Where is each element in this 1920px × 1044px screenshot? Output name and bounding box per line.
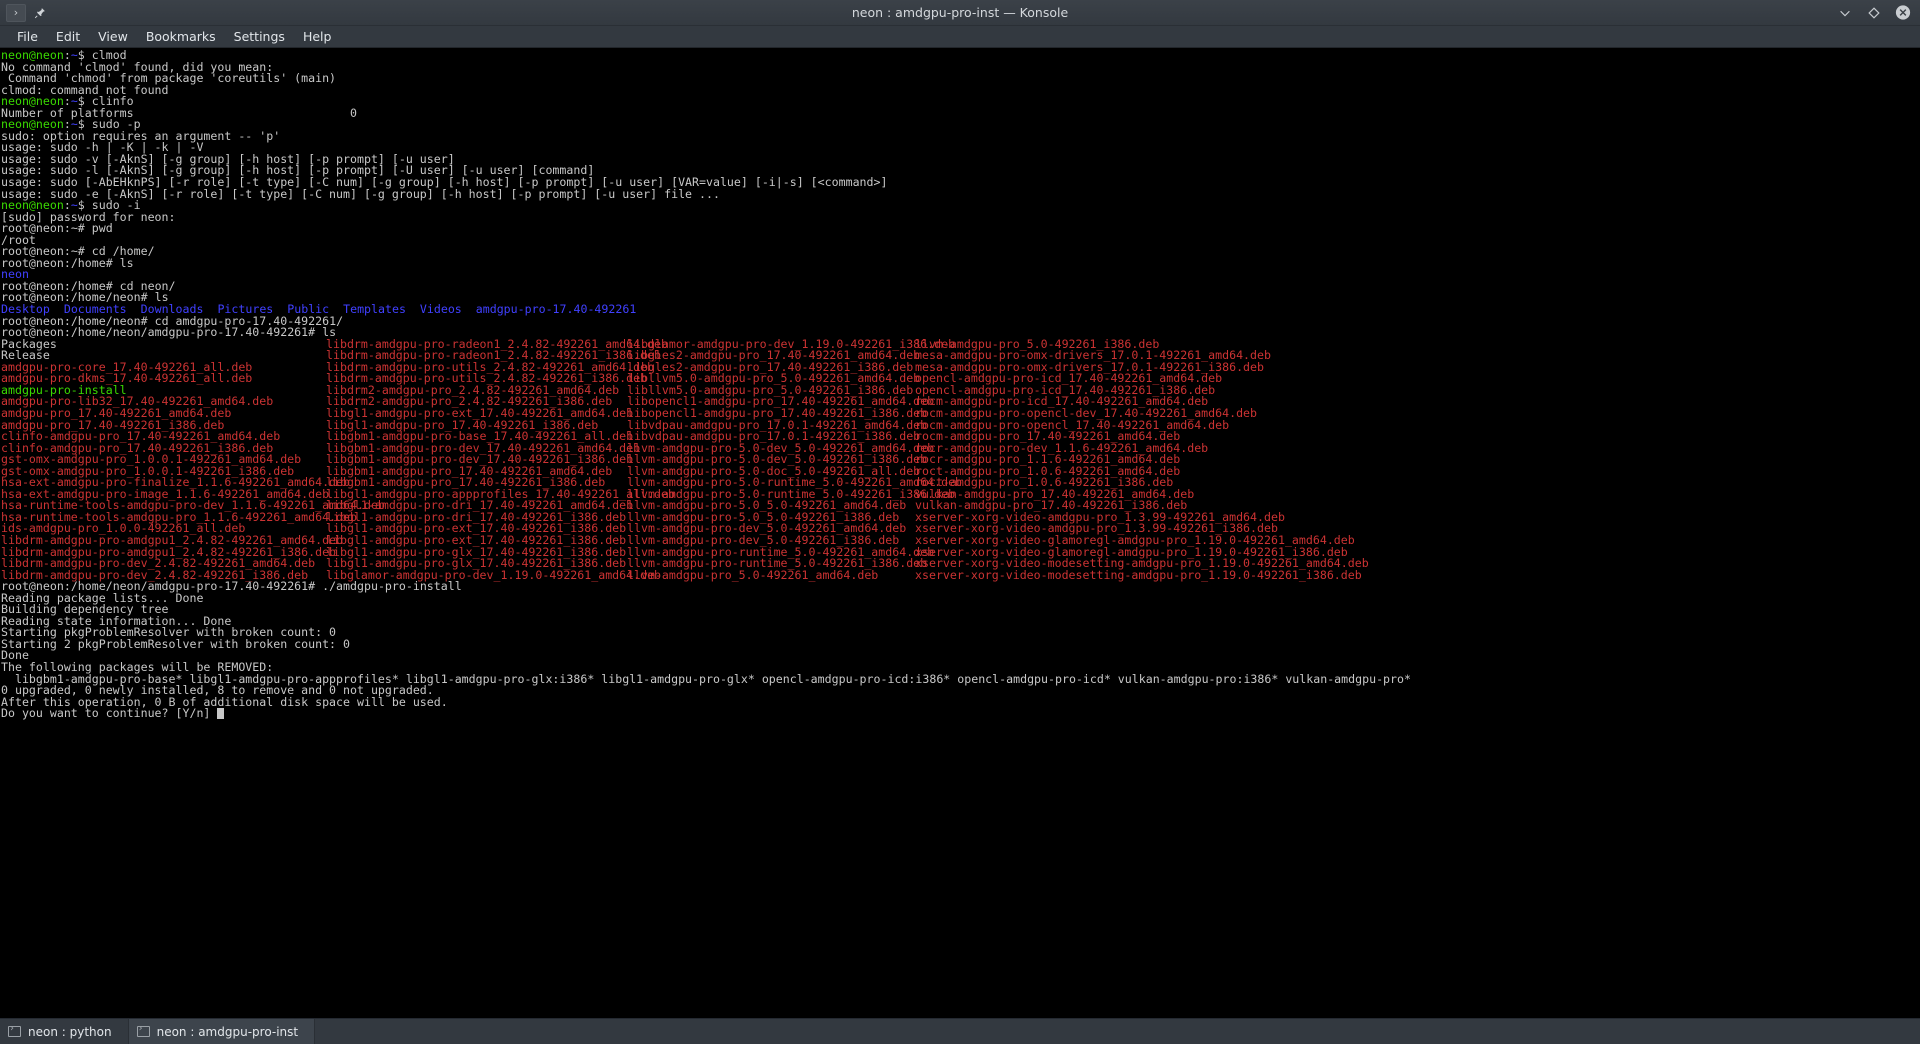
maximize-button[interactable] (1866, 5, 1882, 21)
terminal-tabbar: neon : python neon : amdgpu-pro-inst (0, 1018, 1920, 1044)
window-titlebar: › neon : amdgpu-pro-inst — Konsole (0, 0, 1920, 26)
terminal-icon (8, 1023, 21, 1037)
tab-neon-python[interactable]: neon : python (0, 1019, 129, 1044)
close-button[interactable] (1895, 5, 1911, 21)
menubar: File Edit View Bookmarks Settings Help (0, 26, 1920, 48)
terminal-output[interactable]: neon@neon:~$ clmod No command 'clmod' fou… (0, 48, 1920, 830)
menu-settings[interactable]: Settings (225, 27, 294, 46)
pin-window-button[interactable] (30, 4, 50, 22)
terminal-cursor (217, 708, 225, 720)
window-menu-button[interactable]: › (6, 3, 26, 22)
titlebar-left-buttons: › (0, 3, 50, 22)
menu-edit[interactable]: Edit (47, 27, 89, 46)
minimize-button[interactable] (1837, 5, 1853, 21)
tab-label: neon : amdgpu-pro-inst (156, 1024, 299, 1039)
window-title: neon : amdgpu-pro-inst — Konsole (851, 4, 1069, 20)
menu-view[interactable]: View (89, 27, 137, 46)
terminal-icon (136, 1023, 150, 1037)
menu-file[interactable]: File (8, 27, 47, 46)
tab-label: neon : python (28, 1024, 112, 1039)
tab-neon-amdgpu-pro-inst[interactable]: neon : amdgpu-pro-inst (128, 1019, 316, 1044)
menu-bookmarks[interactable]: Bookmarks (137, 27, 225, 46)
window-controls (1837, 5, 1920, 21)
menu-help[interactable]: Help (294, 27, 341, 46)
